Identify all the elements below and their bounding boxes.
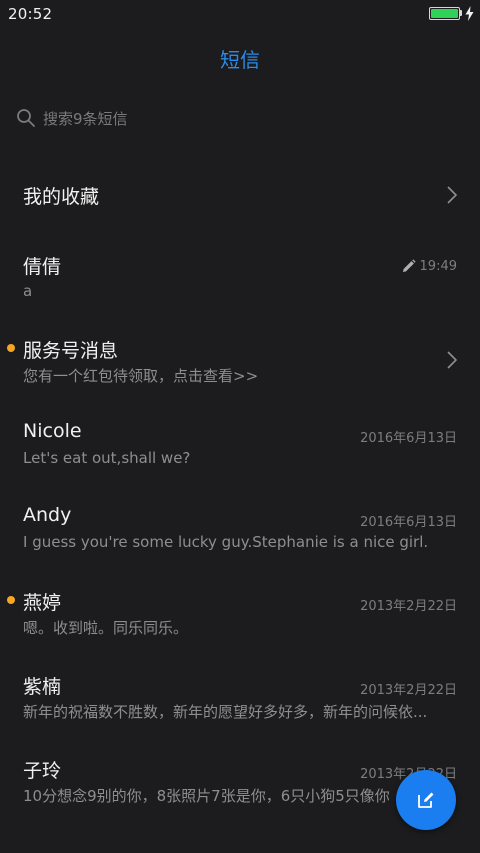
chevron-right-icon <box>447 186 458 204</box>
contact-name: Andy <box>23 504 72 526</box>
search-bar[interactable] <box>0 100 480 138</box>
chevron-right-icon <box>447 351 458 369</box>
message-date: 2016年6月13日 <box>360 431 457 446</box>
conversation-row[interactable]: 燕婷 2013年2月22日 嗯。收到啦。同乐同乐。 <box>0 573 480 657</box>
contact-name: 燕婷 <box>23 592 62 614</box>
contact-name: 子玲 <box>23 760 62 782</box>
charging-bolt-icon <box>465 6 474 21</box>
message-snippet: 10分想念9别的你，8张照片7张是你，6只小狗5只像你 <box>23 787 390 805</box>
battery-icon <box>429 7 460 20</box>
message-snippet: I guess you're some lucky guy.Stephanie … <box>23 533 429 551</box>
conversation-row[interactable]: Andy 2016年6月13日 I guess you're some luck… <box>0 489 480 573</box>
message-snippet: a <box>23 282 33 300</box>
status-bar: 20:52 <box>0 0 480 28</box>
message-snippet: Let's eat out,shall we? <box>23 449 191 467</box>
contact-name: 服务号消息 <box>23 340 119 362</box>
contact-name: Nicole <box>23 420 82 442</box>
search-icon <box>17 109 35 127</box>
compose-button[interactable] <box>396 770 456 830</box>
conversation-row[interactable]: Nicole 2016年6月13日 Let's eat out,shall we… <box>0 405 480 489</box>
compose-icon <box>418 792 434 808</box>
contact-name: 倩倩 <box>23 256 62 278</box>
unread-dot <box>7 596 15 604</box>
message-snippet: 您有一个红包待领取，点击查看>> <box>23 367 259 385</box>
conversation-row[interactable]: 服务号消息 您有一个红包待领取，点击查看>> <box>0 321 480 405</box>
message-date: 2016年6月13日 <box>360 515 457 530</box>
message-snippet: 新年的祝福数不胜数，新年的愿望好多好多，新年的问候依... <box>23 703 428 721</box>
message-date: 2013年2月22日 <box>360 599 457 614</box>
favorites-label: 我的收藏 <box>23 186 100 208</box>
battery-cap <box>460 10 462 16</box>
conversation-row[interactable]: 紫楠 2013年2月22日 新年的祝福数不胜数，新年的愿望好多好多，新年的问候依… <box>0 657 480 741</box>
conversation-row[interactable]: 倩倩 19:49 a <box>0 237 480 321</box>
unread-dot <box>7 344 15 352</box>
draft-pencil-icon <box>403 259 416 272</box>
page-title: 短信 <box>220 48 260 72</box>
message-time: 19:49 <box>419 259 457 274</box>
message-date: 2013年2月22日 <box>360 683 457 698</box>
message-snippet: 嗯。收到啦。同乐同乐。 <box>23 619 189 637</box>
search-input[interactable] <box>43 107 443 131</box>
contact-name: 紫楠 <box>23 676 62 698</box>
favorites-row[interactable]: 我的收藏 <box>0 153 480 237</box>
status-time: 20:52 <box>8 5 53 23</box>
battery-level-fill <box>431 9 458 18</box>
